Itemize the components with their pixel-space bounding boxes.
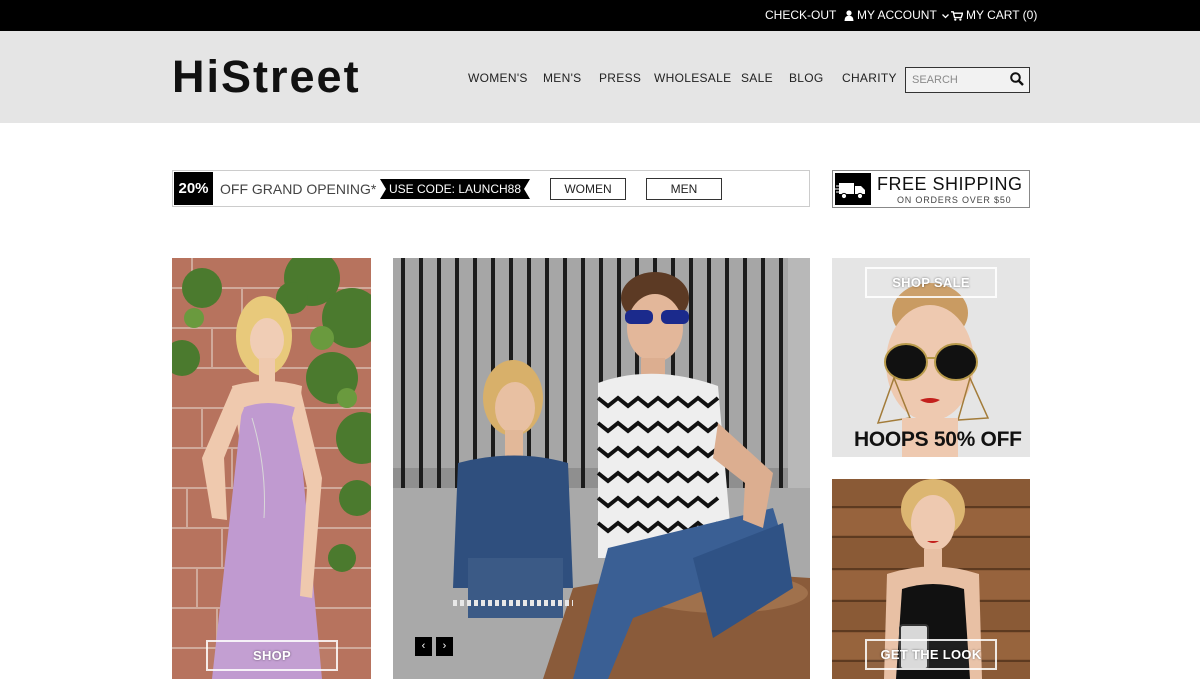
discount-percent: 20% — [174, 172, 213, 205]
nav-press[interactable]: PRESS — [599, 71, 641, 85]
search-icon[interactable] — [1009, 71, 1025, 87]
truck-icon-box — [835, 173, 871, 205]
my-account-label: MY ACCOUNT — [857, 8, 937, 22]
my-cart-link[interactable]: MY CART (0) — [951, 0, 1037, 31]
women-dress-tile[interactable]: SHOP — [172, 258, 371, 679]
hoops-sale-caption: HOOPS 50% OFF — [854, 428, 1022, 451]
couple-sitting-photo — [393, 258, 810, 679]
hero-slider: ‹ › — [393, 258, 810, 679]
free-shipping-title: FREE SHIPPING — [877, 174, 1023, 194]
promo-banner: 20% OFF GRAND OPENING* USE CODE: LAUNCH8… — [172, 170, 810, 207]
sale-tile[interactable]: SHOP SALE HOOPS 50% OFF — [832, 258, 1030, 457]
woman-in-lilac-dress-photo — [172, 258, 371, 679]
cart-icon — [951, 10, 963, 21]
nav-wholesale[interactable]: WHOLESALE — [654, 71, 731, 85]
nav-sale[interactable]: SALE — [741, 71, 773, 85]
shop-button[interactable]: SHOP — [206, 640, 338, 671]
free-shipping-banner: FREE SHIPPING ON ORDERS OVER $50 — [832, 170, 1030, 208]
my-cart-label: MY CART (0) — [966, 8, 1038, 22]
free-shipping-subtitle: ON ORDERS OVER $50 — [897, 195, 1012, 205]
nav-blog[interactable]: BLOG — [789, 71, 824, 85]
nav-mens[interactable]: MEN'S — [543, 71, 581, 85]
my-account-link[interactable]: MY ACCOUNT — [844, 0, 952, 31]
promo-code-badge: USE CODE: LAUNCH88 — [380, 179, 530, 199]
get-the-look-button[interactable]: GET THE LOOK — [865, 639, 997, 670]
truck-icon — [835, 183, 865, 200]
get-the-look-tile[interactable]: GET THE LOOK — [832, 479, 1030, 679]
chevron-down-icon — [941, 13, 949, 19]
top-bar: CHECK-OUT MY ACCOUNT MY CART (0) — [0, 0, 1200, 31]
slider-prev-button[interactable]: ‹ — [415, 637, 432, 656]
shop-women-button[interactable]: WOMEN — [550, 178, 626, 200]
logo[interactable]: HiStreet — [172, 53, 361, 101]
promo-text: OFF GRAND OPENING* — [220, 181, 377, 197]
slider-next-button[interactable]: › — [436, 637, 453, 656]
nav-charity[interactable]: CHARITY — [842, 71, 897, 85]
site-header: HiStreet WOMEN'S MEN'S PRESS WHOLESALE S… — [0, 31, 1200, 123]
shop-men-button[interactable]: MEN — [646, 178, 722, 200]
search-box — [905, 67, 1030, 93]
nav-womens[interactable]: WOMEN'S — [468, 71, 528, 85]
shop-sale-button[interactable]: SHOP SALE — [865, 267, 997, 298]
user-icon — [844, 10, 854, 22]
search-input[interactable] — [906, 68, 1006, 92]
checkout-link[interactable]: CHECK-OUT — [765, 0, 836, 31]
